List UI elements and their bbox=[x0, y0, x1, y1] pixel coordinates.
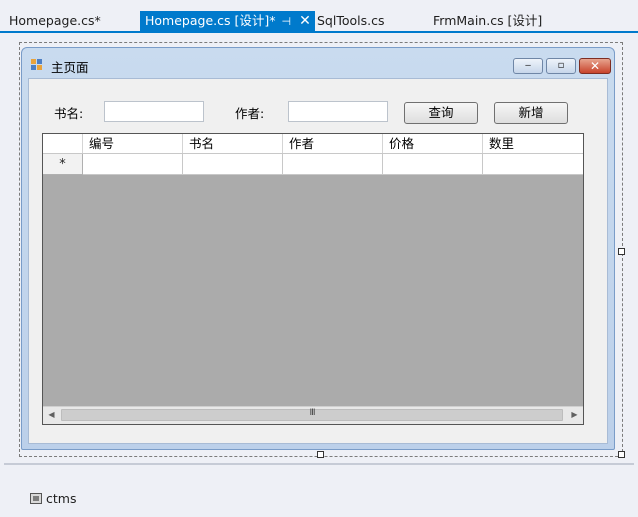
close-button[interactable]: ✕ bbox=[579, 58, 611, 74]
horizontal-scrollbar[interactable]: ◀ III ▶ bbox=[43, 406, 583, 424]
pin-icon[interactable]: ⊣ bbox=[281, 12, 291, 32]
tab-homepage-design[interactable]: Homepage.cs [设计]* ⊣ ✕ bbox=[140, 11, 315, 31]
book-name-input[interactable] bbox=[104, 101, 204, 122]
scroll-right-icon[interactable]: ▶ bbox=[566, 407, 583, 424]
grid-cell[interactable] bbox=[83, 154, 183, 175]
tab-homepage-code[interactable]: Homepage.cs* bbox=[0, 11, 101, 31]
grid-cell[interactable] bbox=[283, 154, 383, 175]
component-icon bbox=[30, 493, 42, 504]
component-tray-divider bbox=[4, 463, 634, 465]
document-tab-strip: Homepage.cs* Homepage.cs [设计]* ⊣ ✕ SqlTool… bbox=[0, 0, 638, 33]
grid-corner-cell[interactable] bbox=[43, 134, 83, 153]
column-header-id[interactable]: 编号 bbox=[83, 134, 183, 153]
tab-sqltools[interactable]: SqlTools.cs bbox=[308, 11, 385, 31]
author-label: 作者: bbox=[235, 106, 265, 121]
scroll-left-icon[interactable]: ◀ bbox=[43, 407, 60, 424]
tab-frmmain-design[interactable]: FrmMain.cs [设计] bbox=[424, 11, 542, 31]
book-name-label: 书名: bbox=[54, 106, 84, 121]
tab-label: FrmMain.cs [设计] bbox=[433, 13, 543, 28]
add-button[interactable]: 新增 bbox=[494, 102, 568, 124]
query-button[interactable]: 查询 bbox=[404, 102, 478, 124]
tab-label: Homepage.cs* bbox=[9, 13, 101, 28]
column-header-author[interactable]: 作者 bbox=[283, 134, 383, 153]
resize-handle-right[interactable] bbox=[618, 248, 625, 255]
resize-handle-corner[interactable] bbox=[618, 451, 625, 458]
column-header-quantity[interactable]: 数里 bbox=[483, 134, 583, 153]
form-client-area: 书名: 作者: 查询 新增 编号 书名 作者 价格 数里 * ◀ III ▶ bbox=[28, 78, 608, 444]
minimize-icon: ‒ bbox=[524, 60, 532, 71]
scroll-thumb[interactable]: III bbox=[61, 408, 563, 421]
form-title-bar[interactable]: 主页面 ‒ ▫ ✕ bbox=[22, 48, 614, 78]
grid-cell[interactable] bbox=[383, 154, 483, 175]
column-header-book-name[interactable]: 书名 bbox=[183, 134, 283, 153]
table-row: * bbox=[43, 154, 583, 175]
scroll-grip: III bbox=[309, 408, 316, 418]
column-header-price[interactable]: 价格 bbox=[383, 134, 483, 153]
close-icon: ✕ bbox=[589, 59, 601, 73]
maximize-icon: ▫ bbox=[557, 60, 565, 71]
tab-label: SqlTools.cs bbox=[317, 13, 385, 28]
books-data-grid[interactable]: 编号 书名 作者 价格 数里 * ◀ III ▶ bbox=[42, 133, 584, 425]
author-input[interactable] bbox=[288, 101, 388, 122]
app-icon bbox=[31, 59, 44, 72]
maximize-button[interactable]: ▫ bbox=[546, 58, 576, 74]
tray-component[interactable]: ctms bbox=[30, 490, 76, 506]
resize-handle-bottom[interactable] bbox=[317, 451, 324, 458]
grid-header-row: 编号 书名 作者 价格 数里 bbox=[43, 134, 583, 154]
form-title: 主页面 bbox=[51, 60, 89, 75]
component-label: ctms bbox=[46, 490, 77, 506]
tab-label: Homepage.cs [设计]* bbox=[145, 13, 276, 28]
component-tray: ctms bbox=[0, 466, 638, 517]
form-window[interactable]: 主页面 ‒ ▫ ✕ 书名: 作者: 查询 新增 编号 书名 作者 价格 数里 *… bbox=[21, 47, 615, 450]
grid-cell[interactable] bbox=[183, 154, 283, 175]
new-row-marker[interactable]: * bbox=[43, 154, 83, 175]
grid-cell[interactable] bbox=[483, 154, 583, 175]
minimize-button[interactable]: ‒ bbox=[513, 58, 543, 74]
